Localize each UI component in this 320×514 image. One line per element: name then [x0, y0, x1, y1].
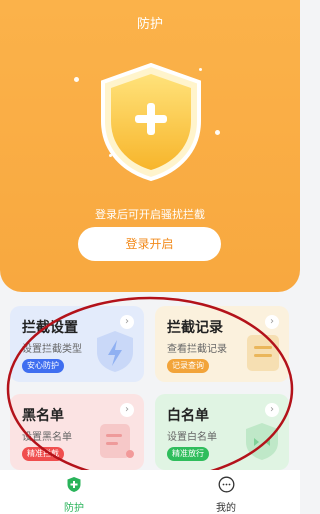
page-title: 防护 [136, 17, 163, 32]
login-tip-text: 登录后可开启骚扰拦截 [95, 208, 205, 221]
chat-dots-icon [218, 476, 235, 497]
tab-protection[interactable]: 防护 [34, 476, 114, 514]
shield-plus-icon [96, 62, 206, 182]
header-banner: 防护 登录后可开启骚扰拦截 登录开启 [0, 0, 300, 292]
tab-label: 我的 [216, 503, 236, 514]
annotation-ellipse [6, 296, 294, 482]
sparkle-icon [74, 77, 79, 82]
sparkle-icon [215, 130, 220, 135]
shield-plus-icon [66, 477, 82, 497]
protection-page: 防护 登录后可开启骚扰拦截 登录开启 拦截设置 › 设置拦截类型 安心防护 拦截… [0, 0, 300, 514]
tab-label: 防护 [64, 503, 84, 514]
login-enable-button[interactable]: 登录开启 [78, 227, 221, 261]
tab-mine[interactable]: 我的 [186, 476, 266, 514]
bottom-tab-bar: 防护 我的 [0, 470, 300, 514]
